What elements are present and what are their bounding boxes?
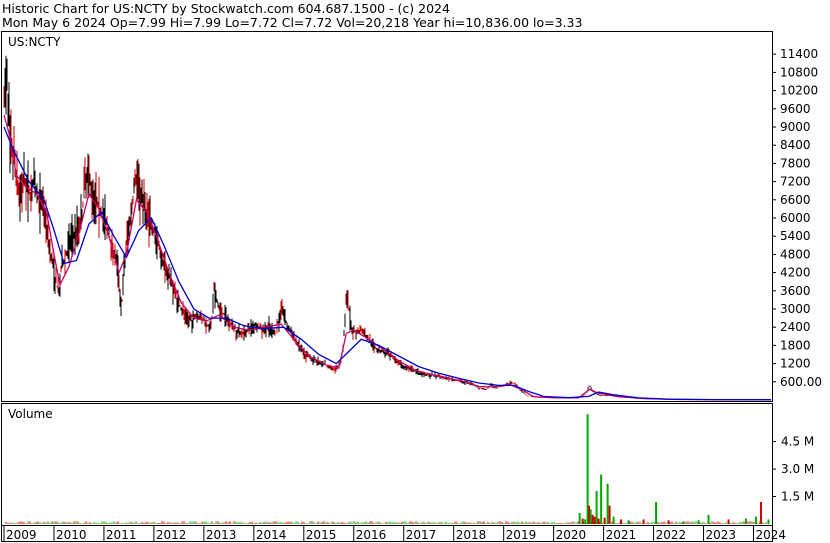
x-axis-year-label: 2015 xyxy=(306,528,337,542)
x-axis-year-label: 2020 xyxy=(556,528,587,542)
price-y-tick-label: 3000 xyxy=(780,302,811,316)
volume-bar xyxy=(707,514,710,524)
price-y-tick-label: 1800 xyxy=(780,338,811,352)
price-y-tick-label: 4200 xyxy=(780,266,811,280)
x-axis-year-label: 2017 xyxy=(406,528,437,542)
volume-y-tick-label: 1.5 M xyxy=(781,490,814,504)
volume-bar xyxy=(600,474,603,524)
volume-bar xyxy=(745,518,748,524)
x-axis-year-label: 2018 xyxy=(456,528,487,542)
volume-bar xyxy=(682,521,685,524)
price-y-tick-label: 7200 xyxy=(780,175,811,189)
volume-bar xyxy=(595,491,598,524)
price-y-axis: 11400 10800 10200 9600 9000 8400 7800 7200 6600 6… xyxy=(772,47,822,389)
volume-bar xyxy=(591,514,594,524)
x-axis-year-label: 2014 xyxy=(256,528,287,542)
x-axis-year-label: 2022 xyxy=(656,528,687,542)
volume-bar xyxy=(597,518,600,524)
volume-bar xyxy=(608,505,611,524)
x-axis-year-label: 2019 xyxy=(506,528,537,542)
price-y-tick-label: 600.00 xyxy=(780,375,822,389)
x-axis-year-label: 2023 xyxy=(706,528,737,542)
volume-y-axis: 4.5 M 3.0 M 1.5 M xyxy=(772,435,814,504)
volume-panel-label: Volume xyxy=(8,407,53,421)
stock-chart: US:NCTY Volume 11400 10800 10200 9600 9000 84… xyxy=(1,31,822,542)
price-y-tick-label: 10200 xyxy=(780,84,818,98)
x-axis-year-label: 2009 xyxy=(6,528,37,542)
x-axis-year-label: 2021 xyxy=(606,528,637,542)
volume-bar xyxy=(667,520,670,524)
volume-bar xyxy=(578,513,581,524)
volume-bar xyxy=(755,516,758,524)
volume-bar xyxy=(589,509,592,524)
price-y-tick-label: 11400 xyxy=(780,47,818,61)
price-y-tick-label: 8400 xyxy=(780,138,811,152)
volume-y-tick-label: 4.5 M xyxy=(781,435,814,449)
price-y-tick-label: 6600 xyxy=(780,193,811,207)
volume-bar xyxy=(655,502,658,524)
price-y-tick-label: 2400 xyxy=(780,320,811,334)
price-y-tick-label: 9600 xyxy=(780,102,811,116)
x-axis-year-label: 2012 xyxy=(156,528,187,542)
volume-bar xyxy=(584,519,587,524)
volume-bar xyxy=(627,520,630,524)
volume-bar xyxy=(581,518,584,524)
volume-bar xyxy=(767,519,770,524)
volume-y-tick-label: 3.0 M xyxy=(781,462,814,476)
price-panel-frame xyxy=(1,31,773,402)
volume-bar xyxy=(697,520,700,524)
volume-bar xyxy=(593,516,596,524)
x-axis-year-label: 2024 xyxy=(756,528,787,542)
price-y-tick-label: 1200 xyxy=(780,357,811,371)
price-y-tick-label: 3600 xyxy=(780,284,811,298)
volume-bar xyxy=(620,519,623,524)
x-axis-year-label: 2010 xyxy=(56,528,87,542)
x-axis-year-label: 2011 xyxy=(106,528,137,542)
volume-bar xyxy=(603,517,606,524)
price-y-tick-label: 9000 xyxy=(780,120,811,134)
x-axis-year-label: 2013 xyxy=(206,528,237,542)
volume-bar xyxy=(606,483,609,524)
price-y-tick-label: 6000 xyxy=(780,211,811,225)
price-y-tick-label: 4800 xyxy=(780,247,811,261)
volume-bar xyxy=(727,519,730,524)
price-panel-label: US:NCTY xyxy=(8,35,61,49)
volume-bar xyxy=(612,516,615,524)
price-y-tick-label: 10800 xyxy=(780,65,818,79)
volume-bar xyxy=(642,519,645,524)
price-y-tick-label: 7800 xyxy=(780,156,811,170)
price-y-tick-label: 5400 xyxy=(780,229,811,243)
volume-bar xyxy=(760,502,763,524)
x-axis-year-label: 2016 xyxy=(356,528,387,542)
